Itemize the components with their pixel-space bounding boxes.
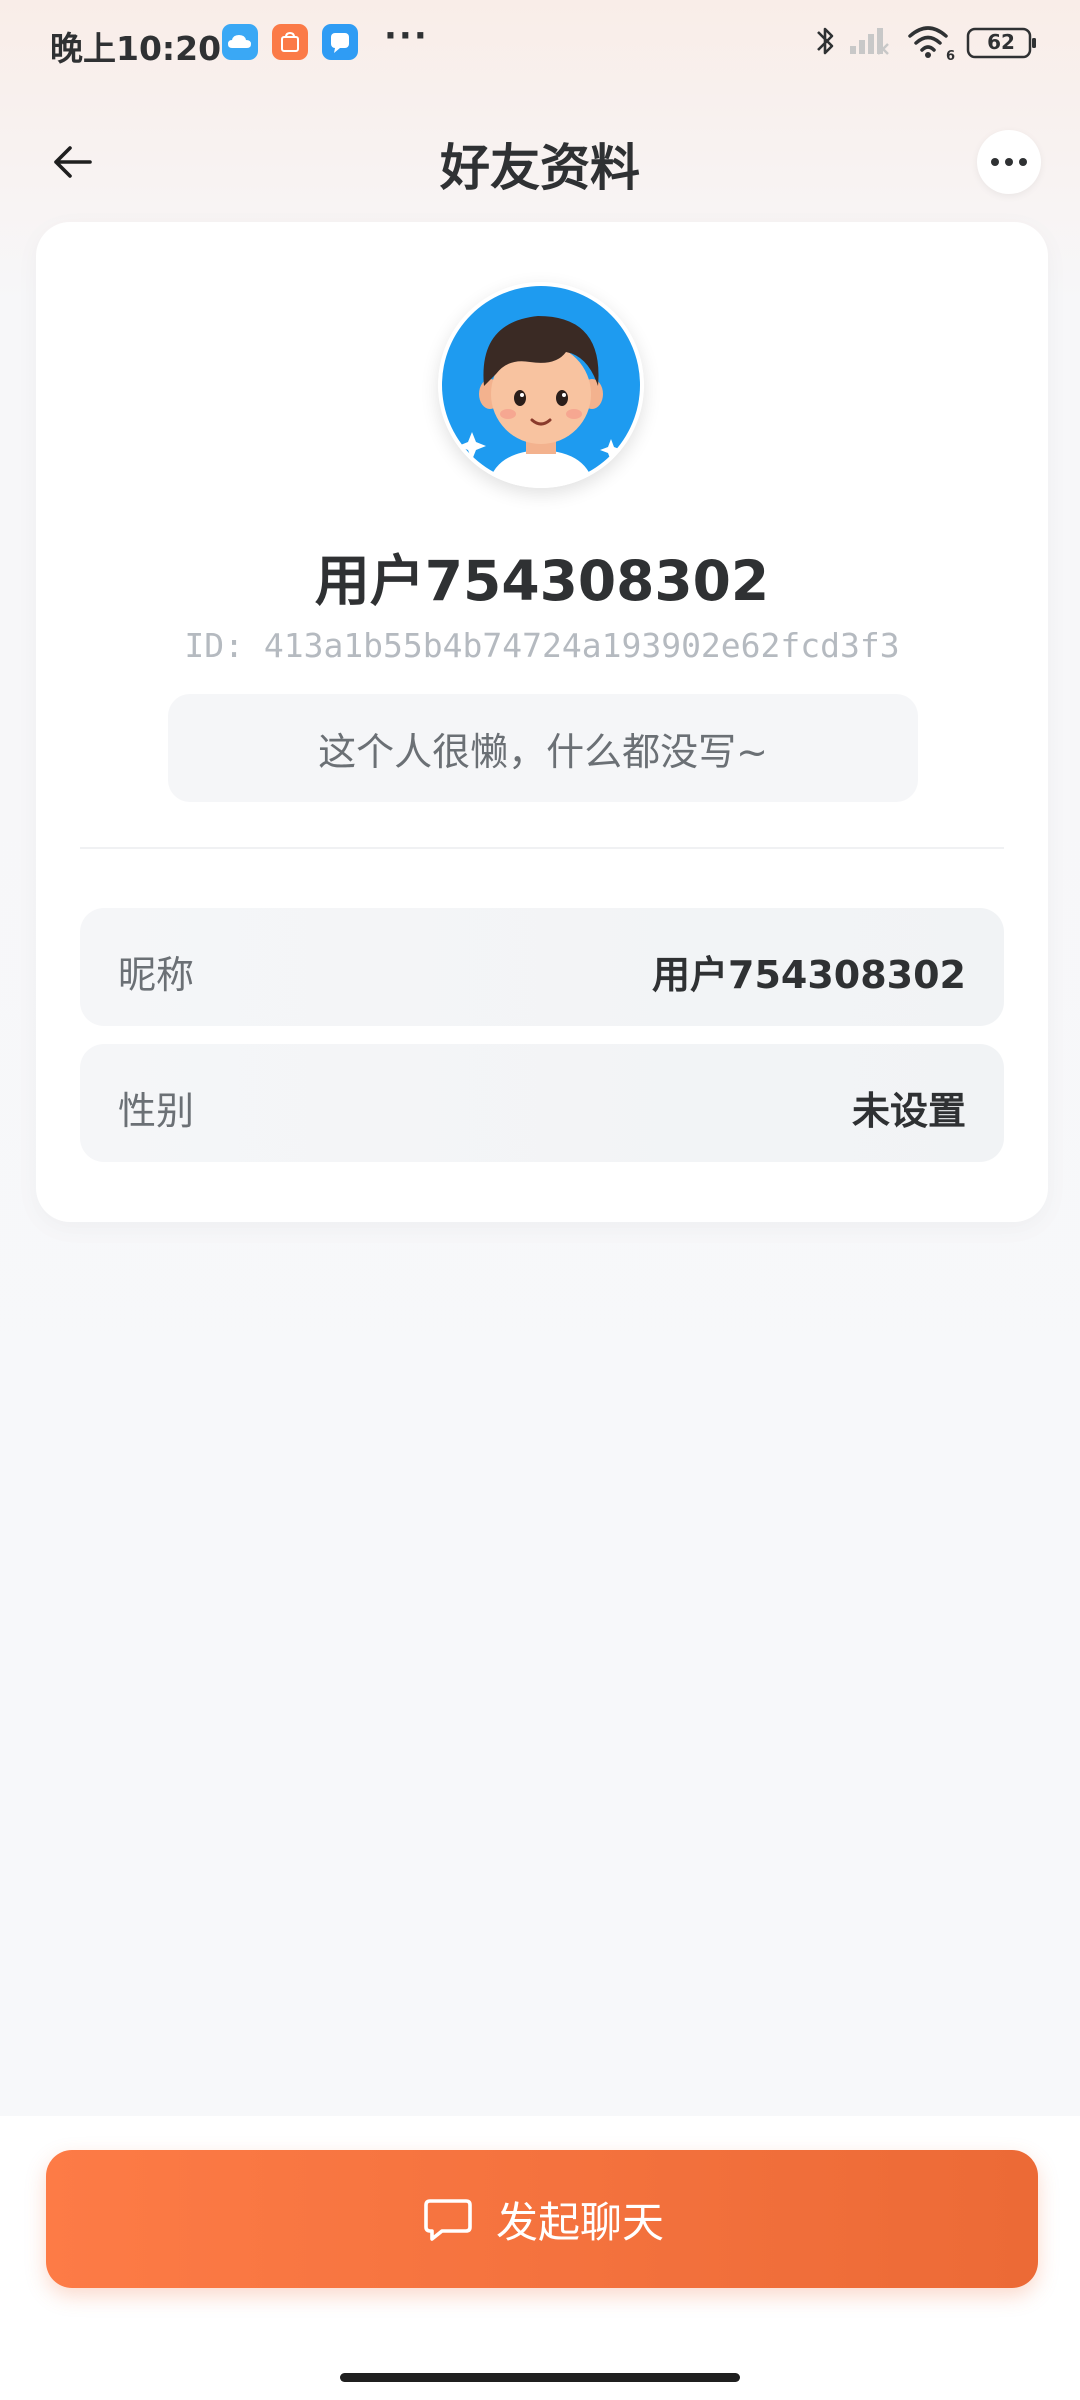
chat-bubble-icon xyxy=(424,2199,472,2241)
avatar-image xyxy=(438,282,644,488)
avatar[interactable] xyxy=(438,282,644,488)
signal-icon xyxy=(848,22,892,64)
info-label-gender: 性别 xyxy=(118,1089,195,1133)
profile-username: 用户754308302 xyxy=(314,549,770,613)
svg-text:6: 6 xyxy=(946,49,955,62)
divider xyxy=(80,847,1004,849)
profile-bio-text: 这个人很懒，什么都没写~ xyxy=(318,729,768,774)
home-indicator[interactable] xyxy=(340,2373,740,2382)
info-row-gender: 性别 未设置 xyxy=(80,1044,1004,1162)
more-options-button[interactable] xyxy=(977,130,1041,194)
page-title: 好友资料 xyxy=(440,139,640,197)
info-value-nickname: 用户754308302 xyxy=(652,953,966,997)
profile-bio: 这个人很懒，什么都没写~ xyxy=(168,694,918,802)
info-label-nickname: 昵称 xyxy=(118,953,195,997)
status-more-icon: ··· xyxy=(384,16,429,56)
start-chat-label: 发起聊天 xyxy=(495,2197,664,2247)
message-app-icon xyxy=(322,24,358,60)
wifi-icon: 6 xyxy=(906,22,956,66)
more-horizontal-icon xyxy=(991,158,1027,166)
status-time: 晚上10:20 xyxy=(50,29,222,68)
start-chat-button[interactable]: 发起聊天 xyxy=(46,2150,1038,2288)
bottom-action-bar: 发起聊天 xyxy=(0,2116,1080,2400)
status-bar: 晚上10:20 ··· 6 62 xyxy=(0,0,1080,90)
profile-user-id[interactable]: ID: 413a1b55b4b74724a193902e62fcd3f3 xyxy=(36,626,1048,665)
info-row-nickname: 昵称 用户754308302 xyxy=(80,908,1004,1026)
info-value-gender: 未设置 xyxy=(851,1089,966,1133)
nav-bar: 好友资料 xyxy=(0,110,1080,210)
bluetooth-icon xyxy=(812,22,838,64)
cloud-app-icon xyxy=(222,24,258,60)
battery-level: 62 xyxy=(987,30,1015,54)
shopping-app-icon xyxy=(272,24,308,60)
profile-card: 用户754308302 ID: 413a1b55b4b74724a193902e… xyxy=(36,222,1048,1222)
